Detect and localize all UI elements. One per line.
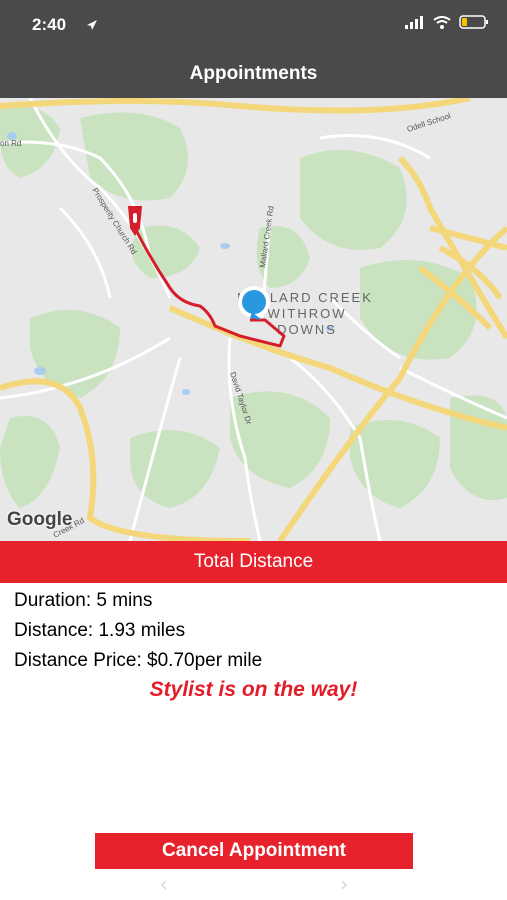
map-road-label: Odell School <box>406 111 452 134</box>
location-arrow-icon <box>87 20 97 30</box>
total-distance-header: Total Distance <box>0 541 507 583</box>
nav-bar: Appointments <box>0 50 507 98</box>
duration-text: Duration: 5 mins <box>14 590 153 611</box>
map-canvas[interactable]: Prosperity Church Rd Mallard Creek Rd Da… <box>0 98 507 541</box>
cancel-appointment-button[interactable]: Cancel Appointment <box>95 833 413 869</box>
status-bar: 2:40 <box>0 0 507 50</box>
distance-text: Distance: 1.93 miles <box>14 620 186 641</box>
neighborhood-label-line: WITHROW <box>268 306 347 321</box>
map-view[interactable]: Prosperity Church Rd Mallard Creek Rd Da… <box>0 98 507 541</box>
google-logo: Google <box>7 509 73 530</box>
neighborhood-label-line: DOWNS <box>277 322 337 337</box>
chevron-right-icon <box>341 880 348 890</box>
page-title: Appointments <box>189 63 318 84</box>
distance-price-text: Distance Price: $0.70per mile <box>14 650 263 671</box>
current-location-icon[interactable] <box>238 286 270 320</box>
signal-icon <box>405 15 423 29</box>
battery-icon <box>459 15 488 29</box>
stylist-status-message: Stylist is on the way! <box>149 678 358 701</box>
map-road-label: on Rd <box>0 139 21 148</box>
chevron-left-icon <box>160 880 167 890</box>
status-time: 2:40 <box>32 15 67 34</box>
wifi-icon <box>433 15 451 29</box>
